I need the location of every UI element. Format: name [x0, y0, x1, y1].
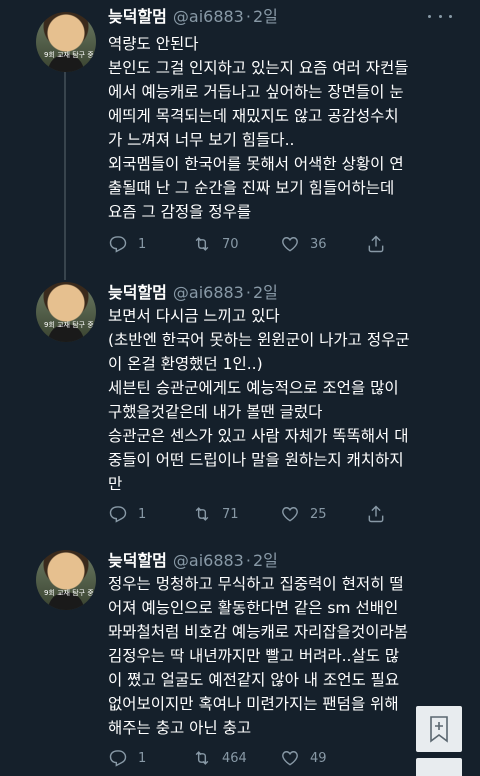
tweet[interactable]: 9회 교재 탐구 중 늦덕할멈 @ai6883 · 2일 정우는 멍청하고 무식하고 … — [0, 544, 480, 776]
tweet[interactable]: 9회 교재 탐구 중 늦덕할멈 @ai6883 · 2일 보면서 다시금 느끼고 있다… — [0, 276, 480, 544]
reply-button[interactable]: 1 — [108, 747, 146, 769]
share-icon — [368, 235, 384, 253]
like-button[interactable]: 25 — [280, 503, 327, 525]
like-button[interactable]: 36 — [280, 233, 327, 255]
timeline: 9회 교재 탐구 중 늦덕할멈 @ai6883 · 2일 역량도 안된다 본인도 그걸… — [0, 0, 480, 776]
tweet-header: 늦덕할멈 @ai6883 · 2일 — [108, 282, 278, 304]
tweet[interactable]: 9회 교재 탐구 중 늦덕할멈 @ai6883 · 2일 역량도 안된다 본인도 그걸… — [0, 0, 480, 276]
like-count: 49 — [310, 750, 327, 766]
tweet-time[interactable]: 2일 — [253, 551, 278, 570]
reply-count: 1 — [138, 506, 147, 522]
reply-count: 1 — [138, 750, 147, 766]
heart-icon — [282, 507, 298, 522]
reply-button[interactable]: 1 — [108, 503, 146, 525]
share-icon — [368, 505, 384, 523]
avatar-tag: 9회 교재 탐구 중 — [44, 321, 94, 329]
tweet-actions: 1 464 49 — [108, 747, 408, 769]
avatar[interactable]: 9회 교재 탐구 중 — [36, 282, 96, 342]
like-button[interactable]: 49 — [280, 747, 327, 769]
author-handle[interactable]: @ai6883 — [173, 7, 244, 26]
bookmark-add-button[interactable] — [416, 706, 462, 752]
retweet-icon — [195, 507, 209, 521]
avatar[interactable]: 9회 교재 탐구 중 — [36, 550, 96, 610]
avatar[interactable]: 9회 교재 탐구 중 — [36, 12, 96, 72]
share-button[interactable] — [366, 233, 396, 255]
share-button[interactable] — [366, 503, 396, 525]
retweet-count: 464 — [222, 750, 247, 766]
bookmark-add-icon — [430, 716, 448, 743]
tweet-actions: 1 71 25 — [108, 503, 408, 525]
avatar-tag: 9회 교재 탐구 중 — [44, 589, 94, 597]
retweet-count: 70 — [222, 236, 239, 252]
tweet-header: 늦덕할멈 @ai6883 · 2일 — [108, 550, 278, 572]
tweet-actions: 1 70 36 — [108, 233, 408, 255]
tweet-time[interactable]: 2일 — [253, 7, 278, 26]
dot-separator: · — [245, 283, 251, 302]
like-count: 25 — [310, 506, 327, 522]
reply-icon — [109, 506, 127, 523]
retweet-button[interactable]: 464 — [192, 747, 247, 769]
reply-count: 1 — [138, 236, 147, 252]
avatar-tag: 9회 교재 탐구 중 — [44, 51, 94, 59]
dot-separator: · — [245, 7, 251, 26]
tweet-text: 보면서 다시금 느끼고 있다 (초반엔 한국어 못하는 윈윈군이 나가고 정우군… — [108, 307, 410, 493]
author-handle[interactable]: @ai6883 — [173, 551, 244, 570]
author-name[interactable]: 늦덕할멈 — [108, 283, 167, 302]
retweet-button[interactable]: 71 — [192, 503, 239, 525]
heart-icon — [282, 237, 298, 252]
secondary-floating-button[interactable] — [416, 758, 462, 776]
more-icon[interactable] — [428, 8, 452, 24]
retweet-icon — [195, 237, 209, 251]
tweet-time[interactable]: 2일 — [253, 283, 278, 302]
author-name[interactable]: 늦덕할멈 — [108, 551, 167, 570]
tweet-text: 역량도 안된다 본인도 그걸 인지하고 있는지 요즘 여러 자컨들 에서 예능캐… — [108, 35, 409, 221]
reply-icon — [109, 750, 127, 767]
heart-icon — [282, 751, 298, 766]
thread-line — [64, 70, 66, 276]
dot-separator: · — [245, 551, 251, 570]
thread-line — [64, 276, 66, 280]
reply-button[interactable]: 1 — [108, 233, 146, 255]
tweet-header: 늦덕할멈 @ai6883 · 2일 — [108, 6, 278, 28]
author-handle[interactable]: @ai6883 — [173, 283, 244, 302]
reply-icon — [109, 236, 127, 253]
retweet-icon — [195, 751, 209, 765]
like-count: 36 — [310, 236, 327, 252]
retweet-count: 71 — [222, 506, 239, 522]
author-name[interactable]: 늦덕할멈 — [108, 7, 167, 26]
retweet-button[interactable]: 70 — [192, 233, 239, 255]
